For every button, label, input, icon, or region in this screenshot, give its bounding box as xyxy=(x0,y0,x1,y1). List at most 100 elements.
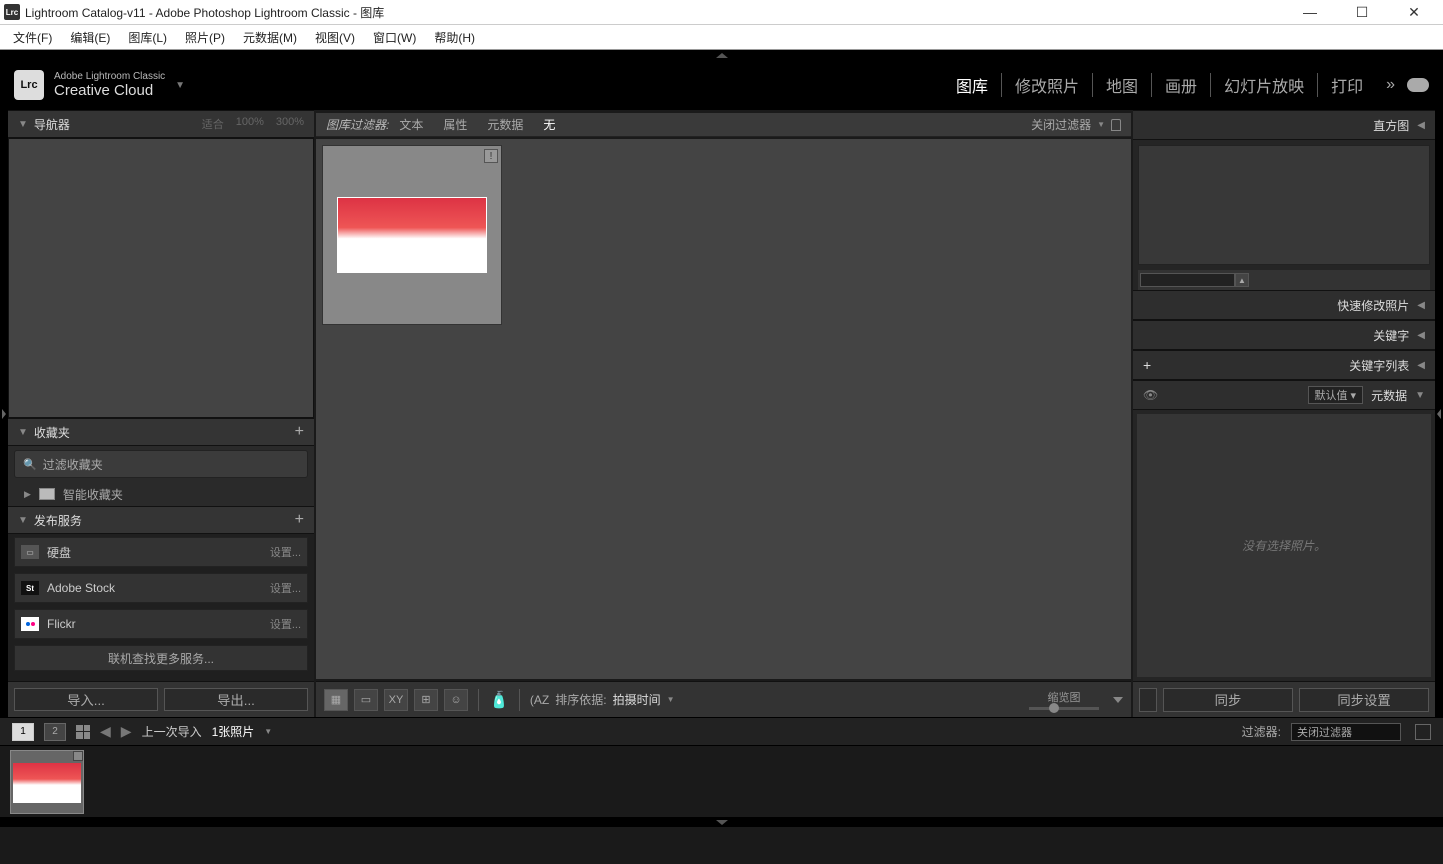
collections-filter-input[interactable]: 🔍 过滤收藏夹 xyxy=(14,450,308,478)
compare-view-icon[interactable]: XY xyxy=(384,689,408,711)
collections-header[interactable]: ▼ 收藏夹 + xyxy=(8,418,314,446)
source-breadcrumb[interactable]: 上一次导入 xyxy=(142,723,202,740)
flickr-icon xyxy=(21,617,39,631)
sort-direction-icon[interactable]: (AZ xyxy=(530,693,549,707)
publish-flickr-setup[interactable]: 设置... xyxy=(270,616,301,632)
keywords-header[interactable]: 关键字 ◀ xyxy=(1133,320,1435,350)
eye-icon[interactable]: 👁 xyxy=(1143,388,1158,402)
add-collection-icon[interactable]: + xyxy=(295,423,304,441)
module-slideshow[interactable]: 幻灯片放映 xyxy=(1210,73,1317,97)
histogram-info-bar: ▲ xyxy=(1138,270,1430,290)
grid-shortcut-icon[interactable] xyxy=(76,725,90,739)
thumbnail-image xyxy=(13,763,81,803)
bottom-panel-collapse[interactable] xyxy=(0,817,1443,827)
filter-label: 图库过滤器: xyxy=(326,116,389,133)
module-develop[interactable]: 修改照片 xyxy=(1001,73,1092,97)
maximize-button[interactable]: ☐ xyxy=(1347,4,1377,21)
info-readout xyxy=(1140,273,1235,287)
filter-attribute[interactable]: 属性 xyxy=(433,116,477,133)
publish-flickr-label: Flickr xyxy=(47,617,262,631)
flag-icon[interactable]: ! xyxy=(484,149,498,163)
filter-lock-icon[interactable] xyxy=(1415,724,1431,740)
nav-fit[interactable]: 适合 xyxy=(202,116,224,132)
menu-library[interactable]: 图库(L) xyxy=(119,29,176,46)
photo-count: 1张照片 xyxy=(212,723,255,740)
survey-view-icon[interactable]: ⊞ xyxy=(414,689,438,711)
menu-photo[interactable]: 照片(P) xyxy=(176,29,234,46)
nav-forward-icon[interactable]: ▶ xyxy=(121,723,132,740)
left-panel-collapse[interactable] xyxy=(0,110,8,717)
thumbnail-cell[interactable]: ! xyxy=(322,145,502,325)
nav-100[interactable]: 100% xyxy=(236,116,264,132)
sort-value[interactable]: 拍摄时间 xyxy=(613,691,661,708)
menu-help[interactable]: 帮助(H) xyxy=(425,29,484,46)
histogram-header[interactable]: 直方图 ◀ xyxy=(1133,110,1435,140)
nav-back-icon[interactable]: ◀ xyxy=(100,723,111,740)
cloud-sync-icon[interactable] xyxy=(1407,78,1429,92)
add-publish-icon[interactable]: + xyxy=(295,511,304,529)
grid-view[interactable]: ! xyxy=(316,139,1131,679)
sync-toggle-icon[interactable] xyxy=(1139,688,1157,712)
menu-view[interactable]: 视图(V) xyxy=(306,29,364,46)
keyword-list-header[interactable]: + 关键字列表 ◀ xyxy=(1133,350,1435,380)
chevron-down-icon: ▼ xyxy=(667,695,675,704)
quick-develop-header[interactable]: 快速修改照片 ◀ xyxy=(1133,290,1435,320)
sync-settings-button[interactable]: 同步设置 xyxy=(1299,688,1429,712)
grid-view-icon[interactable]: ▦ xyxy=(324,689,348,711)
loupe-view-icon[interactable]: ▭ xyxy=(354,689,378,711)
right-panel-collapse[interactable] xyxy=(1435,110,1443,717)
publish-header[interactable]: ▼ 发布服务 + xyxy=(8,506,314,534)
secondary-monitor-icon[interactable]: 2 xyxy=(44,723,66,741)
filter-text[interactable]: 文本 xyxy=(389,116,433,133)
top-panel-collapse[interactable] xyxy=(0,50,1443,60)
module-map[interactable]: 地图 xyxy=(1092,73,1151,97)
nav-300[interactable]: 300% xyxy=(276,116,304,132)
module-library[interactable]: 图库 xyxy=(943,73,1001,97)
lock-icon[interactable] xyxy=(1111,119,1121,131)
publish-find-more[interactable]: 联机查找更多服务... xyxy=(14,645,308,671)
menu-window[interactable]: 窗口(W) xyxy=(364,29,425,46)
publish-stock[interactable]: St Adobe Stock 设置... xyxy=(14,573,308,603)
navigator-header[interactable]: ▼ 导航器 适合 100% 300% xyxy=(8,110,314,138)
chevron-down-icon[interactable]: ▼ xyxy=(264,727,272,736)
filmstrip-filter-dropdown[interactable]: 关闭过滤器 xyxy=(1291,723,1401,741)
import-button[interactable]: 导入... xyxy=(14,688,158,711)
publish-stock-label: Adobe Stock xyxy=(47,581,262,595)
identity-dropdown-icon[interactable]: ▼ xyxy=(175,80,185,91)
module-book[interactable]: 画册 xyxy=(1151,73,1210,97)
filter-off-dropdown[interactable]: 关闭过滤器 xyxy=(1031,116,1091,133)
filter-none[interactable]: 无 xyxy=(533,116,565,133)
minimize-button[interactable]: — xyxy=(1295,4,1325,21)
navigator-preview[interactable] xyxy=(8,138,314,418)
flag-icon xyxy=(73,751,83,761)
publish-disk-setup[interactable]: 设置... xyxy=(270,544,301,560)
publish-stock-setup[interactable]: 设置... xyxy=(270,580,301,596)
filmstrip[interactable] xyxy=(0,745,1443,817)
lrc-logo-icon: Lrc xyxy=(14,70,44,100)
filter-metadata[interactable]: 元数据 xyxy=(477,116,533,133)
menu-metadata[interactable]: 元数据(M) xyxy=(234,29,306,46)
thumbnail-size-slider[interactable] xyxy=(1029,707,1099,710)
add-keyword-icon[interactable]: + xyxy=(1143,357,1151,373)
metadata-preset-dropdown[interactable]: 默认值 ▾ xyxy=(1308,386,1364,404)
menu-file[interactable]: 文件(F) xyxy=(4,29,61,46)
filter-placeholder: 过滤收藏夹 xyxy=(43,456,103,473)
menu-edit[interactable]: 编辑(E) xyxy=(61,29,119,46)
module-print[interactable]: 打印 xyxy=(1317,73,1376,97)
publish-flickr[interactable]: Flickr 设置... xyxy=(14,609,308,639)
sync-button[interactable]: 同步 xyxy=(1163,688,1293,712)
close-button[interactable]: ✕ xyxy=(1399,4,1429,21)
sort-label: 排序依据: xyxy=(555,691,606,708)
smart-collections-item[interactable]: ▶ 智能收藏夹 xyxy=(8,482,314,506)
publish-disk[interactable]: ▭ 硬盘 设置... xyxy=(14,537,308,567)
painter-tool-icon[interactable]: 🧴 xyxy=(489,690,509,710)
metadata-header[interactable]: 👁 默认值 ▾ 元数据 ▼ xyxy=(1133,380,1435,410)
stepper-icon[interactable]: ▲ xyxy=(1235,273,1249,287)
filmstrip-thumbnail[interactable] xyxy=(10,750,84,814)
toolbar-menu-icon[interactable] xyxy=(1113,697,1123,703)
metadata-title: 元数据 xyxy=(1371,387,1407,404)
export-button[interactable]: 导出... xyxy=(164,688,308,711)
primary-monitor-icon[interactable]: 1 xyxy=(12,723,34,741)
people-view-icon[interactable]: ☺ xyxy=(444,689,468,711)
module-overflow-icon[interactable]: » xyxy=(1376,76,1399,94)
